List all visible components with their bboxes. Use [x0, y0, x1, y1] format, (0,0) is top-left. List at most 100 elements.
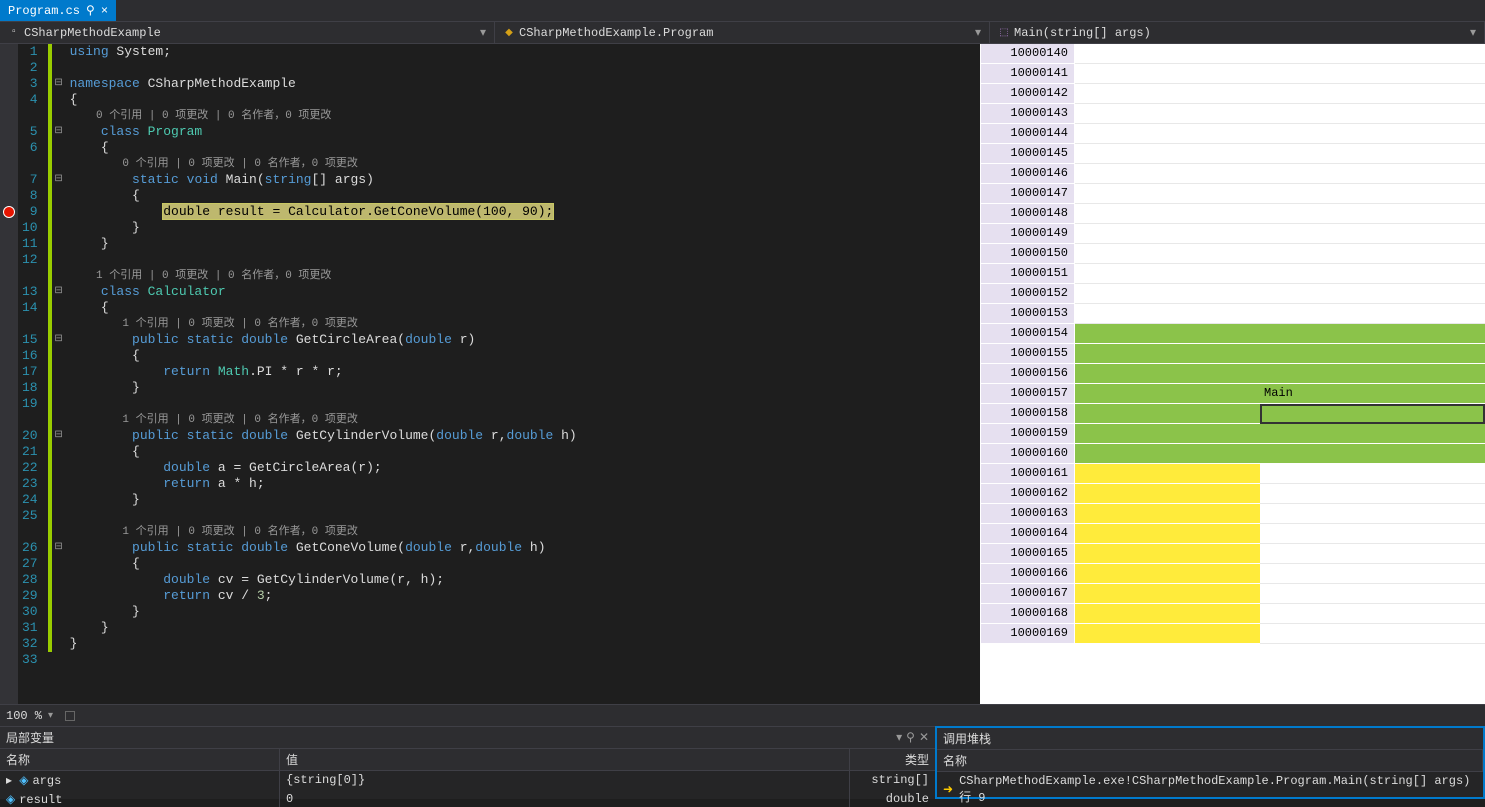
fold-toggle[interactable]: ⊟ — [52, 172, 66, 188]
breakpoint-gutter[interactable] — [0, 44, 18, 704]
code-line[interactable]: { — [70, 92, 980, 108]
fold-toggle[interactable] — [52, 556, 66, 572]
tree-cell[interactable] — [1260, 304, 1485, 324]
code-line[interactable] — [70, 396, 980, 412]
tree-row[interactable]: 10000159 — [980, 424, 1485, 444]
fold-toggle[interactable] — [52, 492, 66, 508]
tree-cell[interactable] — [1260, 544, 1485, 564]
tree-cell[interactable] — [1075, 564, 1260, 584]
fold-toggle[interactable] — [52, 140, 66, 156]
fold-toggle[interactable] — [52, 412, 66, 428]
code-line[interactable] — [70, 508, 980, 524]
fold-toggle[interactable] — [52, 572, 66, 588]
code-line[interactable]: } — [70, 636, 980, 652]
code-line[interactable] — [70, 252, 980, 268]
fold-toggle[interactable] — [52, 380, 66, 396]
chevron-down-icon[interactable]: ▾ — [975, 25, 981, 40]
tree-cell[interactable] — [1075, 224, 1260, 244]
tree-cell[interactable] — [1075, 404, 1260, 424]
codelens[interactable]: 0 个引用 | 0 项更改 | 0 名作者，0 项更改 — [70, 156, 980, 172]
close-icon[interactable]: ✕ — [919, 730, 929, 745]
fold-toggle[interactable] — [52, 604, 66, 620]
tree-row[interactable]: 10000142 — [980, 84, 1485, 104]
tree-cell[interactable] — [1075, 284, 1260, 304]
code-line[interactable]: using System; — [70, 44, 980, 60]
tree-row[interactable]: 10000165 — [980, 544, 1485, 564]
code-line[interactable]: double a = GetCircleArea(r); — [70, 460, 980, 476]
tree-cell[interactable] — [1260, 584, 1485, 604]
code-line[interactable]: static void Main(string[] args) — [70, 172, 980, 188]
tree-cell[interactable] — [1075, 104, 1260, 124]
tree-row[interactable]: 10000153 — [980, 304, 1485, 324]
code-line[interactable] — [70, 60, 980, 76]
tree-cell[interactable] — [1260, 484, 1485, 504]
tree-cell[interactable] — [1075, 64, 1260, 84]
fold-toggle[interactable]: ⊟ — [52, 332, 66, 348]
fold-toggle[interactable]: ⊟ — [52, 428, 66, 444]
code-line[interactable]: public static double GetConeVolume(doubl… — [70, 540, 980, 556]
tree-cell[interactable] — [1075, 84, 1260, 104]
code-line[interactable]: { — [70, 444, 980, 460]
code-line[interactable]: namespace CSharpMethodExample — [70, 76, 980, 92]
tree-cell[interactable] — [1260, 364, 1485, 384]
fold-toggle[interactable]: ⊟ — [52, 284, 66, 300]
fold-toggle[interactable] — [52, 268, 66, 284]
tree-cell[interactable] — [1075, 464, 1260, 484]
code-line[interactable]: { — [70, 188, 980, 204]
tree-cell[interactable] — [1075, 124, 1260, 144]
fold-toggle[interactable] — [52, 396, 66, 412]
fold-toggle[interactable] — [52, 636, 66, 652]
fold-toggle[interactable] — [52, 348, 66, 364]
fold-gutter[interactable]: ⊟⊟⊟⊟⊟⊟⊟ — [52, 44, 66, 704]
code-line[interactable]: return Math.PI * r * r; — [70, 364, 980, 380]
zoom-level[interactable]: 100 % — [6, 709, 42, 723]
crumb-class[interactable]: ◆ CSharpMethodExample.Program ▾ — [495, 22, 990, 43]
tree-cell[interactable] — [1260, 404, 1485, 424]
tree-cell[interactable] — [1075, 164, 1260, 184]
tree-row[interactable]: 10000161 — [980, 464, 1485, 484]
tree-cell[interactable] — [1075, 244, 1260, 264]
codelens[interactable]: 1 个引用 | 0 项更改 | 0 名作者，0 项更改 — [70, 412, 980, 428]
fold-toggle[interactable] — [52, 188, 66, 204]
tree-row[interactable]: 10000150 — [980, 244, 1485, 264]
fold-toggle[interactable] — [52, 44, 66, 60]
chevron-down-icon[interactable]: ▾ — [48, 710, 53, 722]
tree-cell[interactable] — [1260, 324, 1485, 344]
tree-cell[interactable] — [1260, 124, 1485, 144]
tree-cell[interactable] — [1075, 484, 1260, 504]
fold-toggle[interactable] — [52, 156, 66, 172]
tree-cell[interactable] — [1260, 244, 1485, 264]
fold-toggle[interactable] — [52, 460, 66, 476]
pin-icon[interactable]: ⚲ — [86, 3, 95, 18]
tree-cell[interactable] — [1260, 504, 1485, 524]
code-line[interactable]: } — [70, 492, 980, 508]
tree-cell[interactable] — [1260, 564, 1485, 584]
crumb-method[interactable]: ⬚ Main(string[] args) ▾ — [990, 22, 1485, 43]
col-value[interactable]: 值 — [280, 749, 850, 770]
tree-cell[interactable] — [1260, 164, 1485, 184]
tree-cell[interactable] — [1075, 444, 1260, 464]
locals-row[interactable]: ▸ ◈args {string[0]} string[] — [0, 771, 935, 790]
tree-cell[interactable] — [1260, 84, 1485, 104]
code-line[interactable]: class Calculator — [70, 284, 980, 300]
code-line[interactable]: } — [70, 380, 980, 396]
tree-row[interactable]: 10000149 — [980, 224, 1485, 244]
fold-toggle[interactable] — [52, 364, 66, 380]
tree-row[interactable]: 10000157 Main — [980, 384, 1485, 404]
fold-toggle[interactable] — [52, 444, 66, 460]
tree-row[interactable]: 10000147 — [980, 184, 1485, 204]
tree-row[interactable]: 10000152 — [980, 284, 1485, 304]
callstack-row[interactable]: ➜ CSharpMethodExample.exe!CSharpMethodEx… — [937, 772, 1483, 807]
code-line[interactable] — [70, 652, 980, 668]
tree-row[interactable]: 10000160 — [980, 444, 1485, 464]
code-line[interactable]: double cv = GetCylinderVolume(r, h); — [70, 572, 980, 588]
tree-cell[interactable] — [1075, 504, 1260, 524]
tree-cell[interactable] — [1260, 104, 1485, 124]
tree-row[interactable]: 10000167 — [980, 584, 1485, 604]
tree-cell[interactable] — [1260, 284, 1485, 304]
tree-row[interactable]: 10000155 — [980, 344, 1485, 364]
tree-row[interactable]: 10000162 — [980, 484, 1485, 504]
breakpoint-icon[interactable] — [3, 206, 15, 218]
tree-cell[interactable] — [1260, 204, 1485, 224]
tree-cell[interactable] — [1075, 344, 1260, 364]
